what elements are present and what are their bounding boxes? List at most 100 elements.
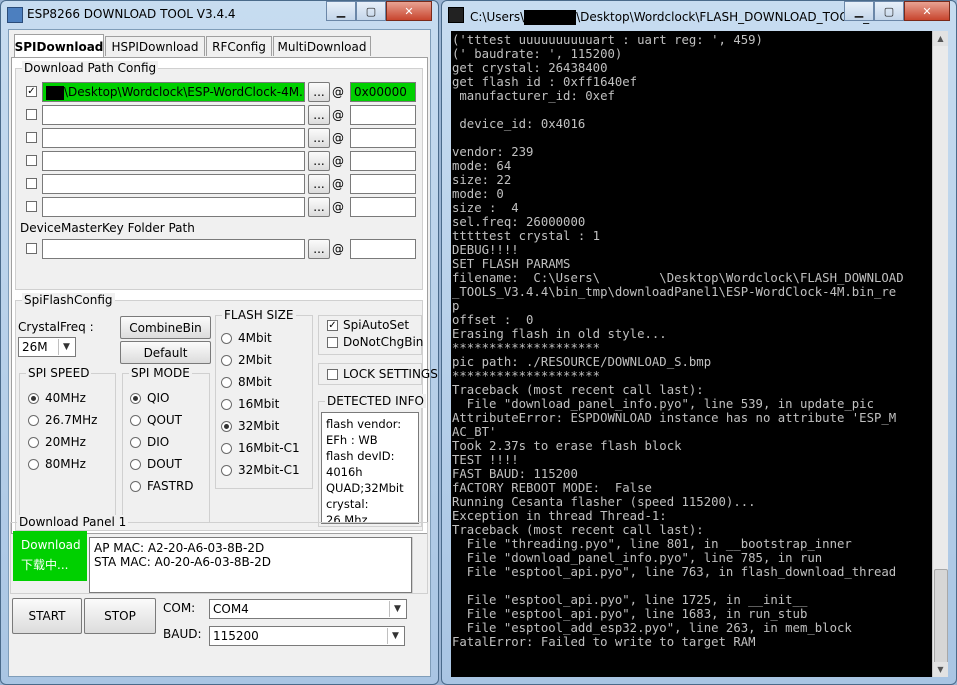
lock-settings-label: LOCK SETTINGS <box>343 367 438 381</box>
tab-hspidownload[interactable]: HSPIDownload <box>105 36 205 56</box>
path-2-input[interactable] <box>42 105 305 125</box>
console-maximize-button[interactable]: ▢ <box>874 1 904 21</box>
scroll-down-icon[interactable]: ▼ <box>933 662 948 677</box>
console-minimize-button[interactable]: ▁ <box>844 1 874 21</box>
path-5-checkbox[interactable] <box>26 178 37 189</box>
flash-size-16mbit-radio[interactable] <box>221 399 232 410</box>
crystal-freq-select[interactable]: 26M ▼ <box>18 337 76 357</box>
master-key-at-label: @ <box>332 242 344 256</box>
tab-rfconfig[interactable]: RFConfig <box>206 36 272 56</box>
scroll-thumb[interactable] <box>934 569 948 671</box>
stop-button[interactable]: STOP <box>84 598 156 634</box>
download-panel-label: Download Panel 1 <box>17 515 129 529</box>
path-6-address-input[interactable] <box>350 197 416 217</box>
flash-size-8mbit-radio[interactable] <box>221 377 232 388</box>
spi-flash-config-group: SpiFlashConfig CrystalFreq : 26M ▼ Combin… <box>15 293 438 531</box>
master-key-checkbox[interactable] <box>26 243 37 254</box>
flash-size-2mbit-label: 2Mbit <box>238 353 272 367</box>
spi-mode-dout-radio[interactable] <box>130 459 141 470</box>
spi-mode-dio-radio[interactable] <box>130 437 141 448</box>
redacted-username <box>46 85 64 100</box>
console-title: C:\Users\ \Desktop\Wordclock\FLASH_DOWNLO… <box>470 10 881 25</box>
spi-speed-26mhz-label: 26.7MHz <box>45 413 98 427</box>
console-icon <box>448 7 464 23</box>
master-key-browse-button[interactable]: ... <box>308 239 330 259</box>
minimize-button[interactable]: ▁ <box>326 1 356 21</box>
flash-size-16mbit-c1-radio[interactable] <box>221 443 232 454</box>
do-not-chg-bin-checkbox[interactable] <box>327 337 338 348</box>
path-5-browse-button[interactable]: ... <box>308 174 330 194</box>
flash-size-2mbit-radio[interactable] <box>221 355 232 366</box>
spidownload-panel: Download Path Config ✓ \Desktop\Wordcloc… <box>11 57 438 534</box>
path-5-address-input[interactable] <box>350 174 416 194</box>
flash-size-label: FLASH SIZE <box>222 308 296 322</box>
flash-size-4mbit-radio[interactable] <box>221 333 232 344</box>
download-path-group-label: Download Path Config <box>22 61 159 75</box>
path-6-checkbox[interactable] <box>26 201 37 212</box>
left-titlebar[interactable]: ESP8266 DOWNLOAD TOOL V3.4.4 ▁ ▢ ✕ <box>1 1 438 29</box>
path-3-at-label: @ <box>332 131 344 145</box>
device-master-key-label: DeviceMasterKey Folder Path <box>20 221 195 235</box>
path-4-browse-button[interactable]: ... <box>308 151 330 171</box>
path-2-checkbox[interactable] <box>26 109 37 120</box>
combine-bin-button[interactable]: CombineBin <box>120 316 211 339</box>
path-2-address-input[interactable] <box>350 105 416 125</box>
do-not-chg-bin-label: DoNotChgBin <box>343 335 424 349</box>
master-key-address-input[interactable] <box>350 239 416 259</box>
spi-speed-80mhz-label: 80MHz <box>45 457 86 471</box>
com-port-select[interactable]: COM4 ▼ <box>209 599 407 619</box>
console-close-button[interactable]: ✕ <box>904 1 950 21</box>
path-6-browse-button[interactable]: ... <box>308 197 330 217</box>
tab-spidownload[interactable]: SPIDownload <box>14 34 104 58</box>
path-2-browse-button[interactable]: ... <box>308 105 330 125</box>
download-panel-group: Download Panel 1 Download 下载中... AP MAC:… <box>10 515 428 594</box>
path-6-input[interactable] <box>42 197 305 217</box>
spi-auto-set-checkbox[interactable]: ✓ <box>327 320 338 331</box>
console-output[interactable]: ('tttest uuuuuuuuuuart : uart reg: ', 45… <box>451 31 932 677</box>
path-1-checkbox[interactable]: ✓ <box>26 86 37 97</box>
master-key-path-input[interactable] <box>42 239 305 259</box>
path-5-input[interactable] <box>42 174 305 194</box>
maximize-button[interactable]: ▢ <box>356 1 386 21</box>
console-scrollbar[interactable]: ▲ ▼ <box>932 31 948 677</box>
baud-rate-select[interactable]: 115200 ▼ <box>209 626 405 646</box>
spi-speed-80mhz-radio[interactable] <box>28 459 39 470</box>
default-button[interactable]: Default <box>120 341 211 364</box>
download-path-group: Download Path Config ✓ \Desktop\Wordcloc… <box>15 61 423 290</box>
console-text: ('tttest uuuuuuuuuuart : uart reg: ', 45… <box>452 33 904 649</box>
redacted-username <box>524 10 577 25</box>
spi-speed-20mhz-radio[interactable] <box>28 437 39 448</box>
path-3-input[interactable] <box>42 128 305 148</box>
scroll-up-icon[interactable]: ▲ <box>933 31 948 46</box>
path-4-input[interactable] <box>42 151 305 171</box>
path-3-browse-button[interactable]: ... <box>308 128 330 148</box>
mac-scrollbar[interactable] <box>412 537 427 593</box>
spi-mode-qout-radio[interactable] <box>130 415 141 426</box>
spi-speed-label: SPI SPEED <box>26 366 92 380</box>
path-1-address-input[interactable]: 0x00000 <box>350 82 416 102</box>
spi-mode-fastrd-radio[interactable] <box>130 481 141 492</box>
flash-size-32mbit-c1-radio[interactable] <box>221 465 232 476</box>
path-1-input[interactable]: \Desktop\Wordclock\ESP-WordClock-4M.bin <box>42 82 305 102</box>
close-button[interactable]: ✕ <box>386 1 432 21</box>
download-status-indicator: Download 下载中... <box>13 531 87 581</box>
spi-speed-26mhz-radio[interactable] <box>28 415 39 426</box>
start-button[interactable]: START <box>12 598 82 634</box>
tab-multidownload[interactable]: MultiDownload <box>273 36 371 56</box>
path-4-checkbox[interactable] <box>26 155 37 166</box>
flash-size-32mbit-radio[interactable] <box>221 421 232 432</box>
path-4-address-input[interactable] <box>350 151 416 171</box>
lock-settings-group: LOCK SETTINGS <box>318 363 438 385</box>
console-titlebar[interactable]: C:\Users\ \Desktop\Wordclock\FLASH_DOWNLO… <box>442 1 956 29</box>
spi-mode-qio-radio[interactable] <box>130 393 141 404</box>
detected-info-label: DETECTED INFO <box>325 394 426 408</box>
spi-speed-20mhz-label: 20MHz <box>45 435 86 449</box>
spi-speed-40mhz-radio[interactable] <box>28 393 39 404</box>
app-icon <box>7 7 23 23</box>
detected-info-group: DETECTED INFO flash vendor: EFh : WB fla… <box>318 394 426 527</box>
path-1-at-label: @ <box>332 85 344 99</box>
path-1-browse-button[interactable]: ... <box>308 82 330 102</box>
path-3-address-input[interactable] <box>350 128 416 148</box>
path-3-checkbox[interactable] <box>26 132 37 143</box>
lock-settings-checkbox[interactable] <box>327 369 338 380</box>
